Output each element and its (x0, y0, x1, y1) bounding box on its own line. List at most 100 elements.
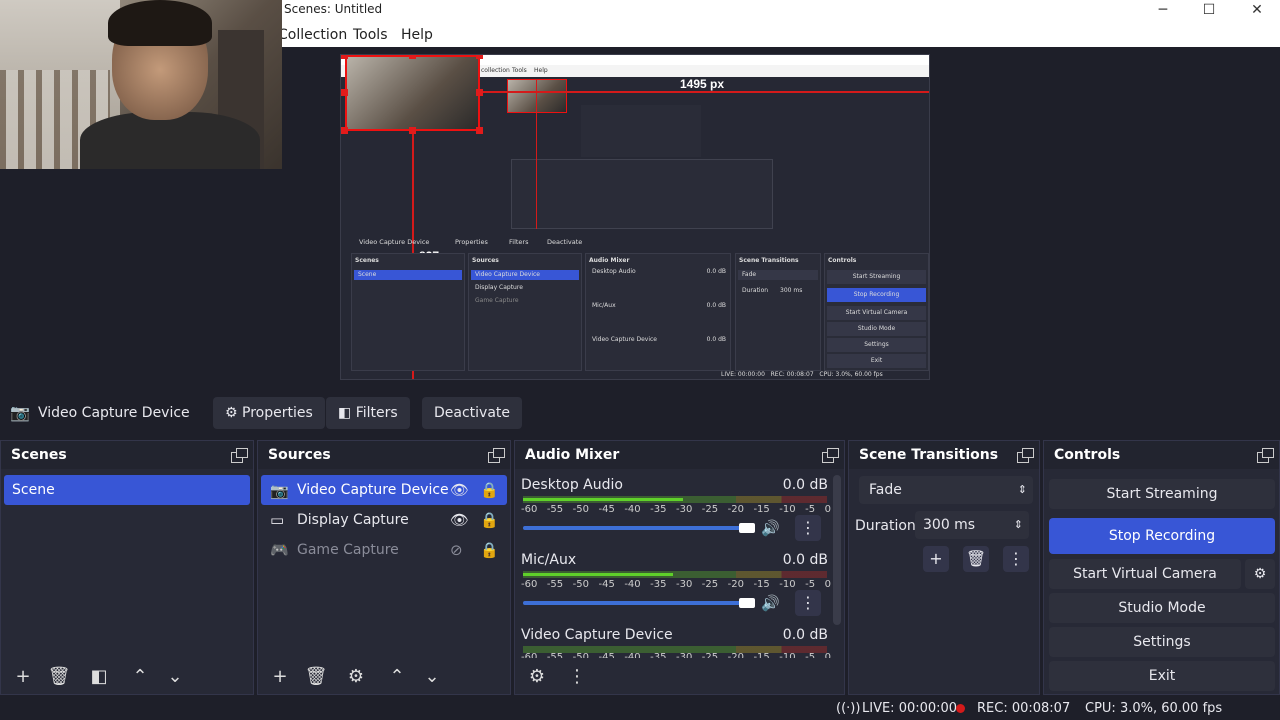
channel-db: 0.0 dB (782, 552, 828, 568)
nested-source: Video Capture Device (471, 270, 579, 280)
chevron-up-icon[interactable]: ⌃ (383, 663, 411, 691)
maximize-button[interactable]: ☐ (1186, 0, 1232, 23)
filters-button[interactable]: ◧ Filters (326, 397, 410, 429)
properties-label: Properties (242, 405, 313, 421)
channel-name: Mic/Aux (521, 552, 577, 568)
source-label: Video Capture Device (297, 482, 449, 498)
volume-slider[interactable] (523, 526, 753, 530)
source-item-display-capture[interactable]: Display Capture (261, 505, 507, 535)
filters-label: Filters (355, 405, 398, 421)
trash-icon[interactable]: 🗑 (45, 663, 73, 691)
resize-handle[interactable] (476, 127, 483, 134)
meter-ticks: -60 -55 -50 -45 -40 -35 -30 -25 -20 -15 -10 -5 0 (521, 652, 831, 658)
speaker-icon[interactable]: 🔊 (761, 594, 780, 612)
nested-menu-help: Help (534, 67, 548, 74)
channel-db: 0.0 dB (782, 627, 828, 643)
settings-button[interactable]: Settings (1049, 627, 1275, 657)
kebab-menu-icon[interactable]: ⋮ (563, 663, 591, 691)
menu-tools[interactable]: Tools (353, 27, 388, 43)
start-streaming-button[interactable]: Start Streaming (1049, 479, 1275, 509)
duration-input[interactable]: 300 ms ⇕ (915, 511, 1029, 539)
sources-title: Sources (268, 447, 331, 463)
exit-button[interactable]: Exit (1049, 661, 1275, 691)
undock-icon[interactable] (1017, 448, 1034, 463)
eye-hidden-icon[interactable]: ⊘ (450, 541, 463, 559)
volume-slider-knob[interactable] (739, 523, 755, 533)
gear-icon: ⚙ (225, 405, 238, 421)
stop-recording-button[interactable]: Stop Recording (1049, 518, 1275, 554)
kebab-menu-icon[interactable]: ⋮ (1003, 546, 1029, 572)
nested-source-name: Video Capture Device (359, 238, 430, 246)
channel-name: Desktop Audio (521, 477, 623, 493)
deactivate-button[interactable]: Deactivate (422, 397, 523, 429)
virtual-camera-settings-button[interactable]: ⚙ (1245, 559, 1275, 589)
chevron-down-icon[interactable]: ⌄ (161, 663, 189, 691)
filter-icon[interactable]: ◧ (85, 663, 113, 691)
gear-icon[interactable]: ⚙ (523, 663, 551, 691)
nested-scenes-panel: Scenes Scene (351, 253, 465, 371)
volume-slider[interactable] (523, 601, 753, 605)
volume-slider-knob[interactable] (739, 598, 755, 608)
kebab-menu-icon[interactable]: ⋮ (795, 515, 821, 541)
close-button[interactable]: ✕ (1234, 0, 1280, 23)
trash-icon[interactable]: 🗑 (302, 663, 330, 691)
source-label: Display Capture (297, 512, 409, 528)
resize-handle[interactable] (476, 55, 483, 59)
chevron-down-icon[interactable]: ⌄ (418, 663, 446, 691)
nested-properties: Properties (455, 238, 488, 246)
meter-ticks: -60 -55 -50 -45 -40 -35 -30 -25 -20 -15 -10 -5 0 (521, 504, 831, 515)
source-item-video-capture[interactable]: Video Capture Device (261, 475, 507, 505)
resize-handle[interactable] (476, 89, 483, 96)
kebab-menu-icon[interactable]: ⋮ (795, 590, 821, 616)
gamepad-icon: 🎮 (270, 541, 289, 559)
selected-source-box[interactable] (345, 55, 480, 131)
nested-status: LIVE: 00:00:00 REC: 00:08:07 CPU: 3.0%, … (721, 371, 883, 378)
live-status: LIVE: 00:00:00 (862, 701, 958, 716)
nested-menu-collection: collection (481, 67, 510, 74)
add-icon[interactable]: + (266, 663, 294, 691)
nested-transitions-panel: Scene Transitions Fade Duration 300 ms (735, 253, 821, 371)
lock-icon[interactable]: 🔒 (480, 541, 499, 559)
add-icon[interactable]: + (9, 663, 37, 691)
resize-handle[interactable] (341, 89, 348, 96)
gear-icon[interactable]: ⚙ (342, 663, 370, 691)
add-icon[interactable]: + (923, 546, 949, 572)
resize-handle[interactable] (341, 55, 348, 59)
preview-canvas[interactable]: collection Tools Help 1495 px 827 px Vid… (340, 54, 930, 380)
scene-item[interactable]: Scene (4, 475, 250, 505)
properties-button[interactable]: ⚙ Properties (213, 397, 325, 429)
speaker-icon[interactable]: 🔊 (761, 519, 780, 537)
rec-status: REC: 00:08:07 (977, 701, 1071, 716)
undock-icon[interactable] (1257, 448, 1274, 463)
nested-webcam (507, 79, 567, 113)
source-item-game-capture[interactable]: Game Capture (261, 535, 507, 565)
mixer-scrollbar[interactable] (833, 475, 841, 625)
lock-icon[interactable]: 🔒 (480, 511, 499, 529)
resize-handle[interactable] (409, 127, 416, 134)
menu-help[interactable]: Help (401, 27, 433, 43)
context-source-name: Video Capture Device (38, 405, 190, 421)
resize-handle[interactable] (341, 127, 348, 134)
transitions-title: Scene Transitions (859, 447, 999, 463)
controls-title: Controls (1054, 447, 1121, 463)
meter-level (523, 498, 683, 501)
lock-icon[interactable]: 🔒 (480, 481, 499, 499)
nested-source: Game Capture (475, 297, 519, 304)
undock-icon[interactable] (822, 448, 839, 463)
minimize-button[interactable]: ─ (1140, 0, 1186, 23)
nested-sources-panel: Sources Video Capture Device Display Cap… (468, 253, 582, 371)
undock-icon[interactable] (488, 448, 505, 463)
eye-icon[interactable]: 👁 (450, 481, 469, 499)
menu-collection[interactable]: Collection (278, 27, 347, 43)
resize-handle[interactable] (409, 55, 416, 59)
trash-icon[interactable]: 🗑 (963, 546, 989, 572)
chevron-up-icon[interactable]: ⌃ (126, 663, 154, 691)
studio-mode-button[interactable]: Studio Mode (1049, 593, 1275, 623)
transition-select[interactable]: Fade ⇕ (859, 476, 1033, 504)
measure-label-horizontal: 1495 px (680, 77, 725, 91)
undock-icon[interactable] (231, 448, 248, 463)
obs-window: Scenes: Untitled ─ ☐ ✕ Collection Tools … (0, 0, 1280, 720)
start-virtual-camera-button[interactable]: Start Virtual Camera (1049, 559, 1241, 589)
eye-icon[interactable]: 👁 (450, 511, 469, 529)
camera-icon: 📷 (10, 403, 30, 422)
